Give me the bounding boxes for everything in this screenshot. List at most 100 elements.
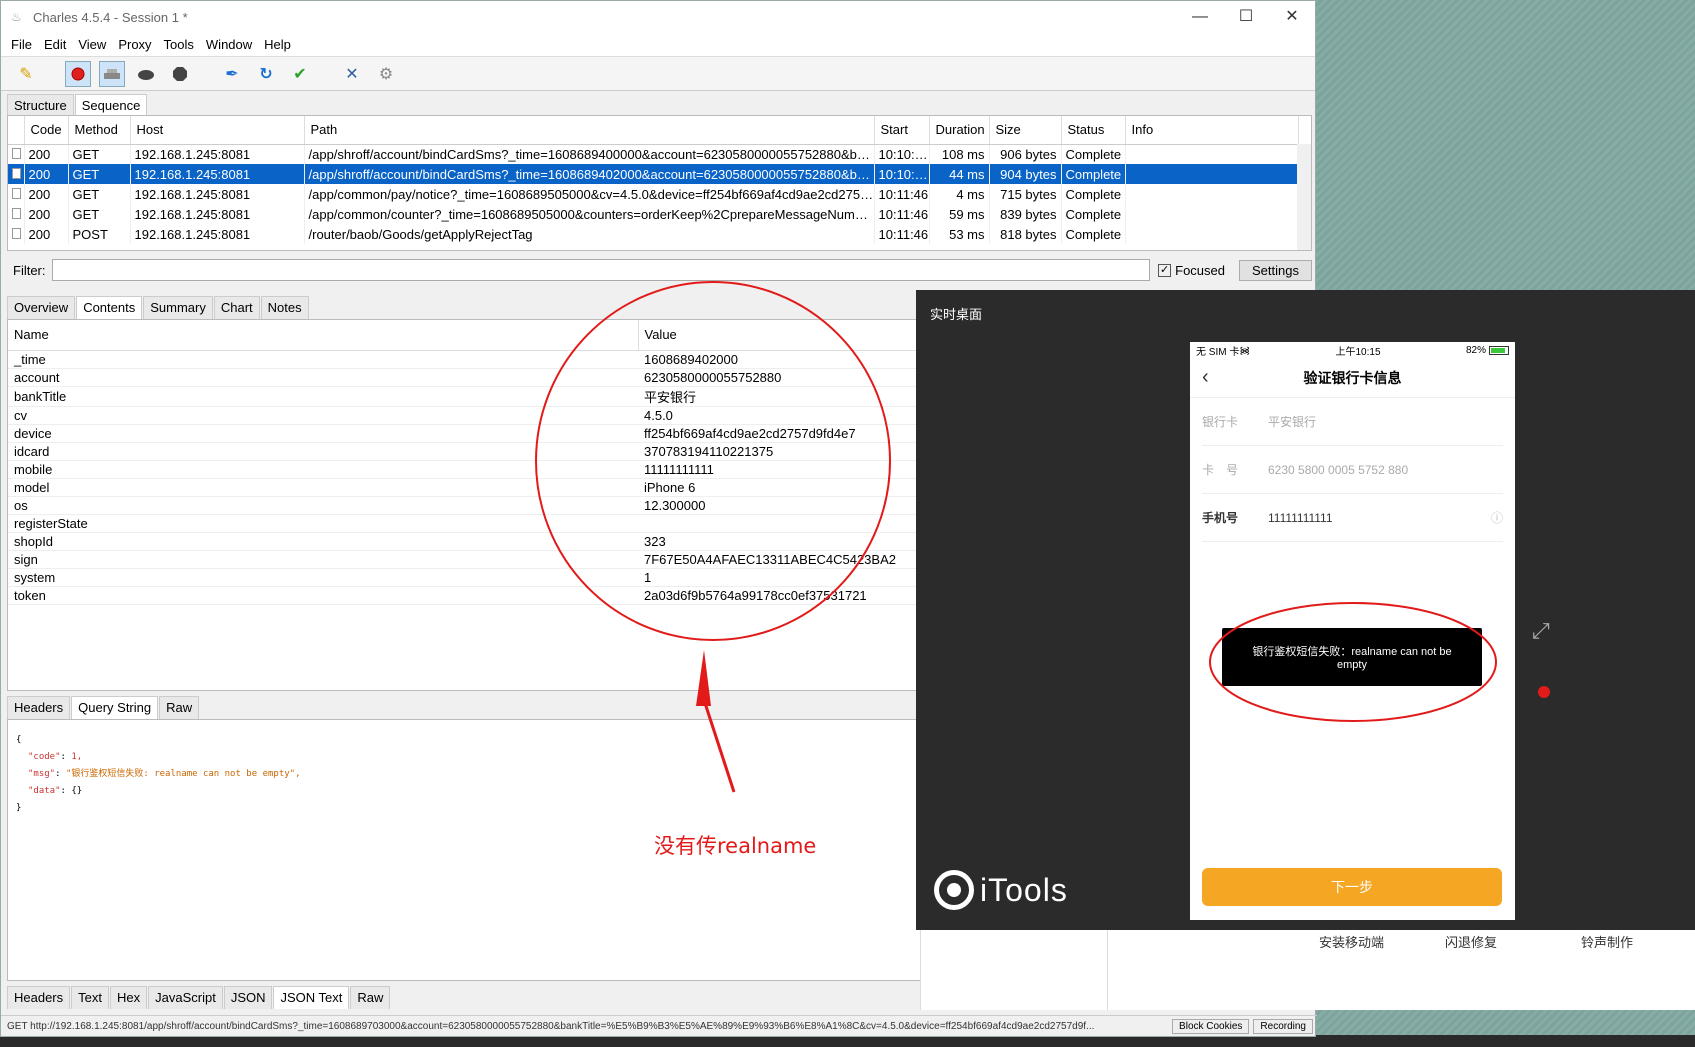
table-row[interactable]: account 6230580000055752880 bbox=[8, 368, 926, 387]
table-row[interactable]: registerState bbox=[8, 514, 926, 533]
table-row[interactable]: 200 POST 192.168.1.245:8081 /router/baob… bbox=[8, 224, 1299, 244]
filter-bar: Filter: ✓ Focused Settings bbox=[7, 257, 1312, 283]
col-path[interactable]: Path bbox=[304, 116, 875, 145]
tab-query-string[interactable]: Query String bbox=[71, 696, 159, 719]
broom-icon[interactable]: ✎ bbox=[13, 61, 39, 87]
menu-edit[interactable]: Edit bbox=[38, 37, 72, 52]
checkbox-check-icon: ✓ bbox=[1158, 263, 1172, 277]
pen-icon[interactable]: ✒ bbox=[219, 61, 245, 87]
tab-structure[interactable]: Structure bbox=[7, 94, 74, 117]
document-icon bbox=[12, 227, 21, 239]
menu-view[interactable]: View bbox=[72, 37, 112, 52]
install-mobile-link[interactable]: 安装移动端 bbox=[1319, 932, 1384, 951]
carrier-label: 无 SIM 卡 bbox=[1196, 346, 1240, 358]
info-icon[interactable]: ⓘ bbox=[1491, 509, 1503, 526]
card-number-field: 卡 号 6230 5800 0005 5752 880 bbox=[1202, 446, 1503, 494]
table-row[interactable]: 200 GET 192.168.1.245:8081 /app/common/c… bbox=[8, 204, 1299, 224]
table-row-selected[interactable]: 200 GET 192.168.1.245:8081 /app/shroff/a… bbox=[8, 164, 1299, 184]
tab-chart[interactable]: Chart bbox=[213, 296, 260, 319]
col-status[interactable]: Status bbox=[1061, 116, 1126, 145]
tab-resp-text[interactable]: Text bbox=[71, 986, 109, 1009]
itools-title: 实时桌面 bbox=[930, 307, 983, 322]
table-row[interactable]: mobile 11111111111 bbox=[8, 460, 926, 479]
table-row[interactable]: _time 1608689402000 bbox=[8, 350, 926, 369]
phone-page-title: 验证银行卡信息 bbox=[1303, 369, 1402, 386]
tab-summary[interactable]: Summary bbox=[143, 296, 213, 319]
battery-percent: 82% bbox=[1465, 344, 1486, 356]
filter-label: Filter: bbox=[13, 262, 46, 278]
back-icon[interactable]: ‹ bbox=[1202, 366, 1209, 389]
tab-headers[interactable]: Headers bbox=[7, 696, 71, 719]
table-row[interactable]: idcard 370783194110221375 bbox=[8, 442, 926, 461]
tools-icon[interactable]: ✕ bbox=[339, 61, 365, 87]
tab-notes[interactable]: Notes bbox=[260, 296, 309, 319]
refresh-icon[interactable]: ↻ bbox=[253, 61, 279, 87]
table-row[interactable]: bankTitle 平安银行 bbox=[8, 386, 926, 407]
table-row[interactable]: sign 7F67E50A4AFAEC13311ABEC4C5423BA2 bbox=[8, 550, 926, 569]
table-row[interactable]: 200 GET 192.168.1.245:8081 /app/shroff/a… bbox=[8, 144, 1299, 164]
phone-nav-bar: ‹ 验证银行卡信息 bbox=[1190, 358, 1515, 398]
menu-file[interactable]: File bbox=[5, 37, 38, 52]
session-scrollbar[interactable] bbox=[1297, 144, 1311, 250]
battery-icon bbox=[1489, 345, 1509, 355]
tab-contents[interactable]: Contents bbox=[76, 296, 143, 319]
menu-proxy[interactable]: Proxy bbox=[112, 37, 157, 52]
next-step-button[interactable]: 下一步 bbox=[1202, 868, 1502, 906]
ringtone-link[interactable]: 铃声制作 bbox=[1581, 932, 1633, 951]
menu-help[interactable]: Help bbox=[258, 37, 297, 52]
throttle-icon[interactable] bbox=[99, 60, 125, 87]
table-row[interactable]: os 12.300000 bbox=[8, 496, 926, 515]
table-row[interactable]: device ff254bf669af4cd9ae2cd2757d9fd4e7 bbox=[8, 424, 926, 443]
block-cookies-button[interactable]: Block Cookies bbox=[1172, 1019, 1250, 1034]
tab-resp-raw[interactable]: Raw bbox=[350, 986, 391, 1009]
minimize-button[interactable]: — bbox=[1177, 1, 1223, 33]
col-info[interactable]: Info bbox=[1125, 116, 1299, 145]
recording-button[interactable]: Recording bbox=[1253, 1019, 1313, 1034]
turtle-icon[interactable] bbox=[133, 61, 159, 87]
col-code[interactable]: Code bbox=[24, 116, 69, 145]
status-bar: GET http://192.168.1.245:8081/app/shroff… bbox=[1, 1015, 1317, 1037]
tab-overview[interactable]: Overview bbox=[7, 296, 76, 319]
col-method[interactable]: Method bbox=[68, 116, 131, 145]
tab-resp-headers[interactable]: Headers bbox=[7, 986, 71, 1009]
filter-input[interactable] bbox=[51, 259, 1151, 281]
col-value[interactable]: Value bbox=[638, 320, 926, 351]
menu-window[interactable]: Window bbox=[200, 37, 258, 52]
document-icon bbox=[12, 187, 21, 199]
focused-checkbox[interactable]: ✓ Focused bbox=[1158, 263, 1225, 278]
tab-resp-json-text[interactable]: JSON Text bbox=[273, 986, 350, 1009]
table-row[interactable]: 200 GET 192.168.1.245:8081 /app/common/p… bbox=[8, 184, 1299, 204]
window-title: Charles 4.5.4 - Session 1 * bbox=[33, 9, 188, 25]
col-start[interactable]: Start bbox=[874, 116, 930, 145]
toolbar: ✎ ✒ ↻ ✔ ✕ ⚙ bbox=[1, 57, 1315, 91]
col-name[interactable]: Name bbox=[8, 320, 639, 351]
table-row[interactable]: model iPhone 6 bbox=[8, 478, 926, 497]
table-row[interactable]: token 2a03d6f9b5764a99178cc0ef37531721 bbox=[8, 586, 926, 605]
crash-repair-link[interactable]: 闪退修复 bbox=[1445, 932, 1497, 951]
col-size[interactable]: Size bbox=[989, 116, 1062, 145]
table-row[interactable]: cv 4.5.0 bbox=[8, 406, 926, 425]
table-row[interactable]: shopId 323 bbox=[8, 532, 926, 551]
close-button[interactable]: ✕ bbox=[1269, 1, 1315, 33]
maximize-button[interactable]: ☐ bbox=[1223, 1, 1269, 33]
tab-resp-json[interactable]: JSON bbox=[223, 986, 273, 1009]
tab-resp-javascript[interactable]: JavaScript bbox=[148, 986, 223, 1009]
tab-raw[interactable]: Raw bbox=[159, 696, 200, 719]
menu-tools[interactable]: Tools bbox=[158, 37, 200, 52]
session-table: Code Method Host Path Start Duration Siz… bbox=[7, 115, 1312, 251]
view-tabs: Structure Sequence bbox=[7, 93, 148, 117]
settings-button[interactable]: Settings bbox=[1239, 259, 1312, 281]
mobile-field[interactable]: 手机号 11111111111 ⓘ bbox=[1202, 494, 1503, 542]
table-row[interactable]: system 1 bbox=[8, 568, 926, 587]
stop-icon[interactable] bbox=[167, 61, 193, 87]
col-host[interactable]: Host bbox=[130, 116, 305, 145]
tab-sequence[interactable]: Sequence bbox=[74, 94, 148, 117]
record-icon[interactable] bbox=[65, 60, 91, 87]
gear-icon[interactable]: ⚙ bbox=[373, 61, 399, 87]
title-bar: ♨ Charles 4.5.4 - Session 1 * — ☐ ✕ bbox=[1, 1, 1315, 33]
query-params-table: Name Value _time 1608689402000 account 623… bbox=[7, 319, 927, 691]
col-duration[interactable]: Duration bbox=[929, 116, 990, 145]
check-icon[interactable]: ✔ bbox=[287, 61, 313, 87]
expand-icon[interactable]: ⤢ bbox=[1532, 618, 1550, 644]
tab-resp-hex[interactable]: Hex bbox=[109, 986, 148, 1009]
